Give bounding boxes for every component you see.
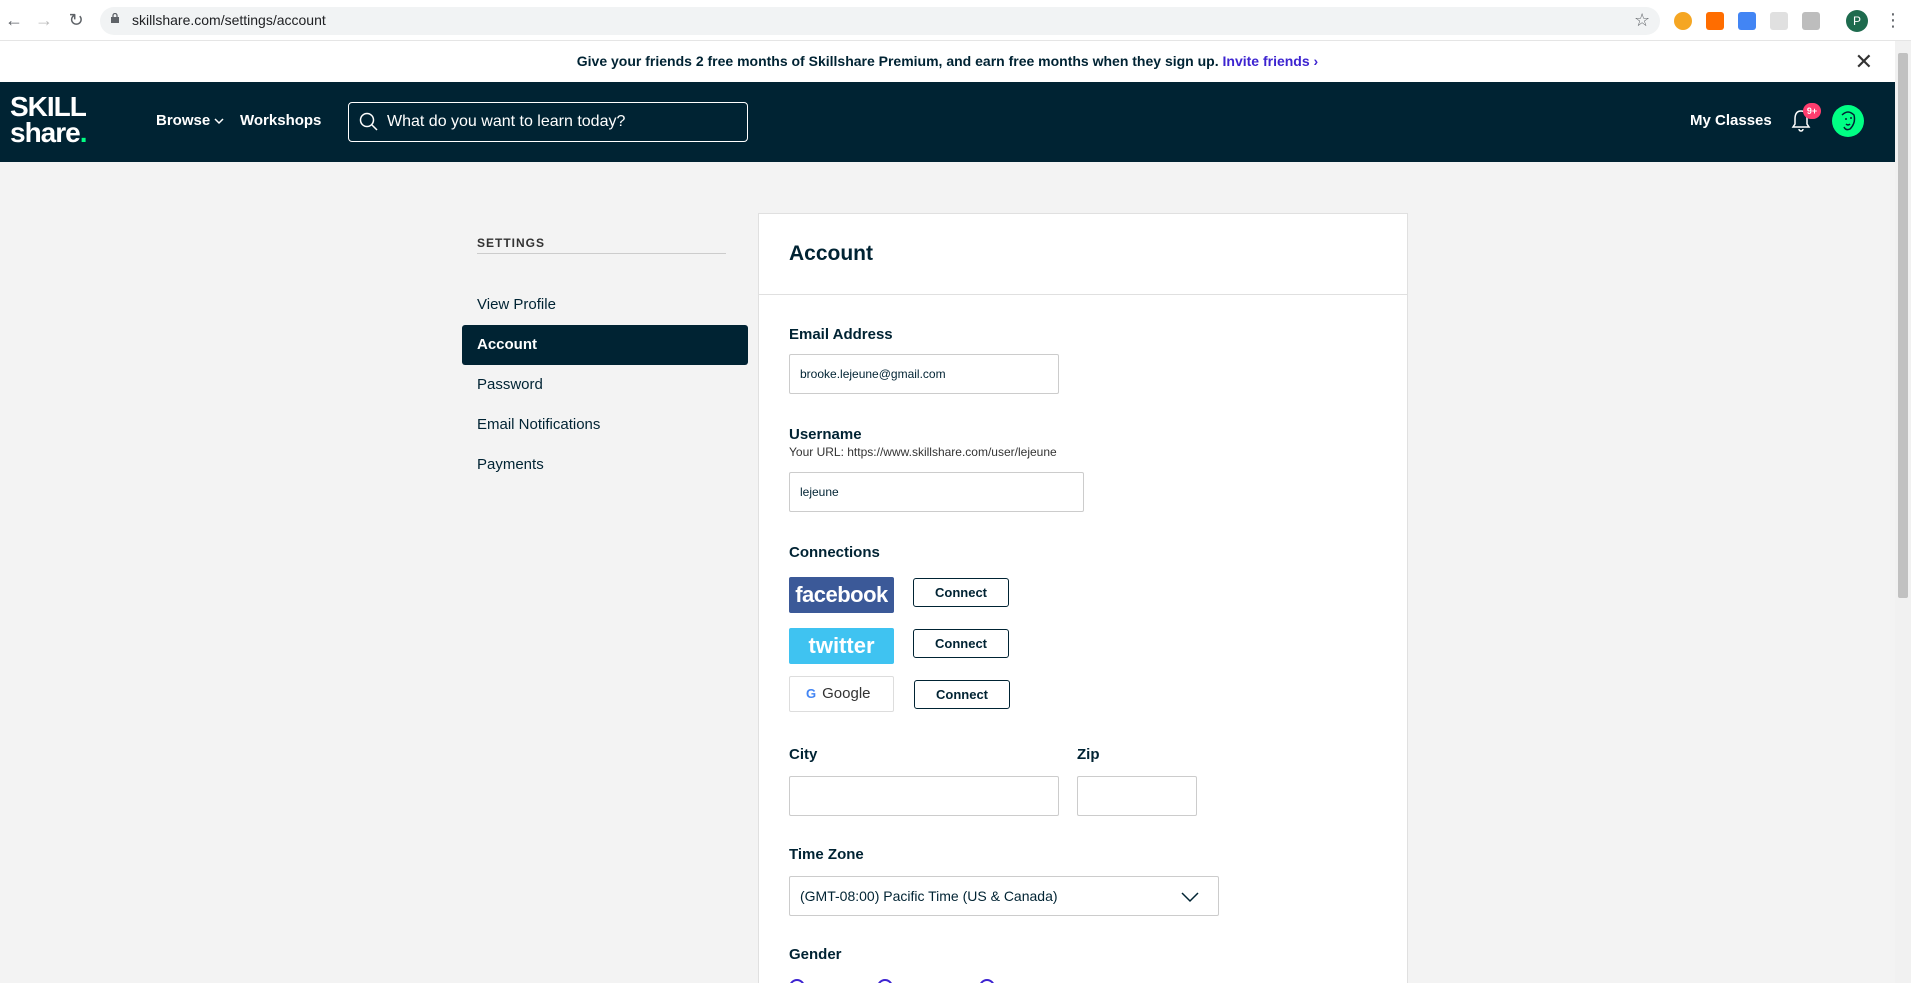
sidebar-item-password[interactable]: Password bbox=[462, 365, 748, 405]
search-input[interactable]: What do you want to learn today? bbox=[348, 102, 748, 142]
divider bbox=[759, 294, 1407, 295]
back-arrow-icon[interactable]: ← bbox=[4, 10, 24, 30]
extension-icon[interactable] bbox=[1802, 12, 1820, 30]
account-card: Account Email Address brooke.lejeune@gma… bbox=[758, 213, 1408, 983]
settings-heading: SETTINGS bbox=[477, 236, 546, 250]
lock-icon bbox=[111, 13, 119, 23]
search-placeholder: What do you want to learn today? bbox=[387, 113, 626, 130]
timezone-label: Time Zone bbox=[789, 846, 864, 863]
workshops-link[interactable]: Workshops bbox=[240, 112, 321, 129]
gender-radio[interactable] bbox=[979, 979, 995, 983]
username-field[interactable]: lejeune bbox=[789, 472, 1084, 512]
extension-icon[interactable] bbox=[1674, 12, 1692, 30]
address-bar[interactable] bbox=[100, 7, 1660, 35]
gender-radio[interactable] bbox=[789, 979, 805, 983]
connect-twitter-button[interactable]: Connect bbox=[913, 629, 1009, 658]
city-label: City bbox=[789, 746, 818, 763]
avatar-face-icon bbox=[1841, 111, 1856, 131]
sidebar-item-view-profile[interactable]: View Profile bbox=[462, 285, 748, 325]
timezone-select[interactable]: (GMT-08:00) Pacific Time (US & Canada) bbox=[789, 876, 1219, 916]
chevron-down-icon bbox=[214, 118, 224, 125]
site-header: SKILL share. Browse Workshops What do yo… bbox=[0, 82, 1895, 162]
promo-banner: Give your friends 2 free months of Skill… bbox=[0, 41, 1895, 82]
page-title: Account bbox=[789, 242, 873, 265]
profile-avatar[interactable]: P bbox=[1846, 10, 1868, 32]
username-label: Username bbox=[789, 426, 862, 443]
browser-toolbar: ← → ↻ skillshare.com/settings/account ☆ … bbox=[0, 0, 1911, 41]
google-logo: G Google bbox=[789, 676, 894, 712]
bookmark-star-icon[interactable]: ☆ bbox=[1634, 10, 1650, 31]
user-avatar[interactable] bbox=[1832, 105, 1864, 137]
city-field[interactable] bbox=[789, 776, 1059, 816]
facebook-logo: facebook bbox=[789, 577, 894, 613]
forward-arrow-icon[interactable]: → bbox=[34, 10, 54, 30]
reload-icon[interactable]: ↻ bbox=[66, 10, 86, 30]
zip-field[interactable] bbox=[1077, 776, 1197, 816]
sidebar-item-payments[interactable]: Payments bbox=[462, 445, 748, 485]
divider bbox=[477, 253, 726, 254]
url-text[interactable]: skillshare.com/settings/account bbox=[132, 12, 326, 28]
extension-icon[interactable] bbox=[1706, 12, 1724, 30]
notification-badge: 9+ bbox=[1803, 103, 1821, 119]
sidebar-item-email-notifications[interactable]: Email Notifications bbox=[462, 405, 748, 445]
my-classes-link[interactable]: My Classes bbox=[1690, 112, 1772, 129]
menu-kebab-icon[interactable]: ⋮ bbox=[1884, 10, 1902, 31]
invite-friends-link[interactable]: Invite friends › bbox=[1223, 53, 1319, 69]
skillshare-logo[interactable]: SKILL share. bbox=[10, 93, 87, 147]
browse-menu[interactable]: Browse bbox=[156, 112, 224, 129]
page-scrollbar[interactable] bbox=[1895, 41, 1911, 983]
twitter-logo: twitter bbox=[789, 628, 894, 664]
timezone-value: (GMT-08:00) Pacific Time (US & Canada) bbox=[800, 888, 1058, 904]
email-label: Email Address bbox=[789, 326, 893, 343]
extension-icon[interactable] bbox=[1770, 12, 1788, 30]
scrollbar-thumb[interactable] bbox=[1898, 53, 1908, 598]
gender-label: Gender bbox=[789, 946, 842, 963]
gender-radio[interactable] bbox=[877, 979, 893, 983]
zip-label: Zip bbox=[1077, 746, 1100, 763]
connect-google-button[interactable]: Connect bbox=[914, 680, 1010, 709]
search-icon bbox=[359, 112, 378, 131]
translate-extension-icon[interactable] bbox=[1738, 12, 1756, 30]
close-icon[interactable]: ✕ bbox=[1855, 41, 1873, 82]
sidebar-item-account[interactable]: Account bbox=[462, 325, 748, 365]
chevron-down-icon bbox=[1181, 892, 1199, 903]
username-url-text: Your URL: https://www.skillshare.com/use… bbox=[789, 445, 1057, 459]
email-field[interactable]: brooke.lejeune@gmail.com bbox=[789, 354, 1059, 394]
connect-facebook-button[interactable]: Connect bbox=[913, 578, 1009, 607]
promo-text: Give your friends 2 free months of Skill… bbox=[576, 53, 1219, 69]
connections-label: Connections bbox=[789, 544, 880, 561]
google-g-icon: G bbox=[806, 686, 817, 701]
